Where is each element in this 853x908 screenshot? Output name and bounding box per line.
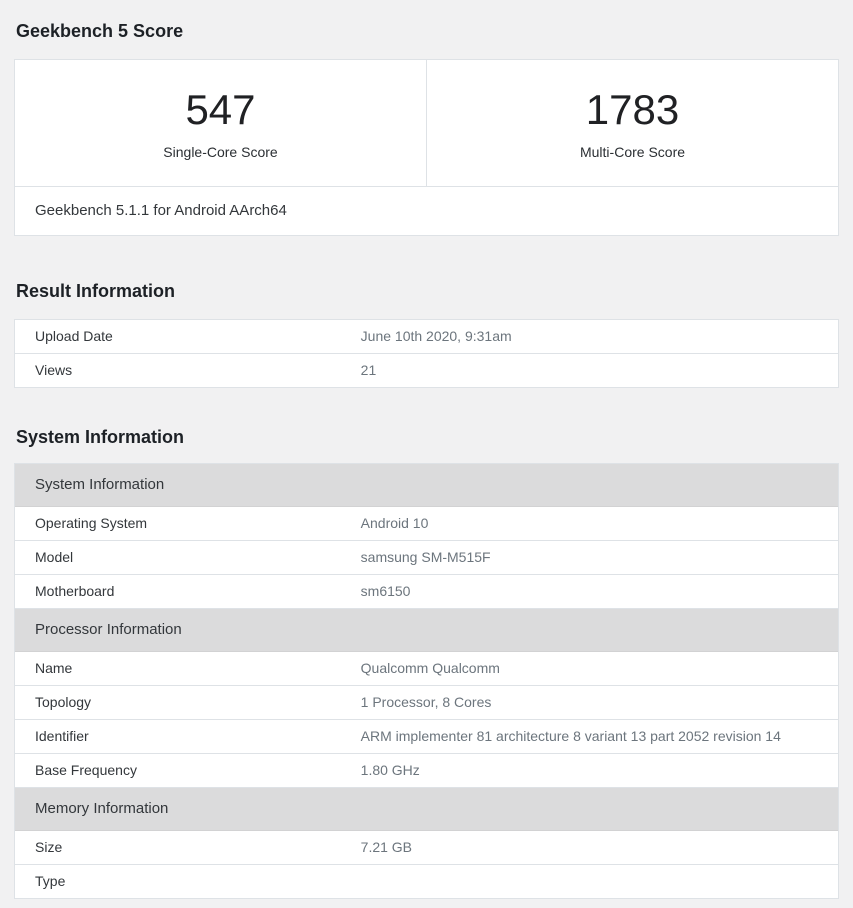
row-label: Type [35,873,66,889]
table-row: Size 7.21 GB [15,831,838,865]
row-label: Upload Date [35,328,113,344]
table-row: Upload Date June 10th 2020, 9:31am [15,320,838,354]
row-label: Size [35,839,63,855]
geekbench-result-page: Geekbench 5 Score 547 Single-Core Score … [0,0,853,899]
system-information-title: System Information [16,427,185,447]
table-row: Operating System Android 10 [15,507,838,541]
table-row: Topology 1 Processor, 8 Cores [15,686,838,720]
score-cells: 547 Single-Core Score 1783 Multi-Core Sc… [15,60,838,186]
single-core-score-value: 547 [185,86,256,133]
group-header: System Information [15,464,838,507]
multi-core-score-value: 1783 [585,86,680,133]
group-header: Memory Information [15,788,838,831]
table-row: Identifier ARM implementer 81 architectu… [15,720,838,754]
row-label: Name [35,660,73,676]
row-label: Identifier [35,728,89,744]
table-row: Name Qualcomm Qualcomm [15,652,838,686]
row-label: Motherboard [35,583,115,599]
processor-information-group: Processor Information Name Qualcomm Qual… [15,609,838,788]
single-core-score-label: Single-Core Score [163,144,278,160]
result-information-table: Upload Date June 10th 2020, 9:31am Views… [14,319,839,388]
row-label: Model [35,549,74,565]
group-header: Processor Information [15,609,838,652]
table-row: Motherboard sm6150 [15,575,838,609]
multi-core-score-label: Multi-Core Score [579,144,686,160]
benchmark-version-caption: Geekbench 5.1.1 for Android AArch64 [15,186,838,235]
row-value: Android 10 [360,515,429,531]
row-value: samsung SM-M515F [360,549,491,565]
table-row: Views 21 [15,354,838,387]
system-information-table: System Information Operating System Andr… [14,463,839,899]
row-value: 7.21 GB [360,839,413,855]
row-label: Topology [35,694,92,710]
system-information-group: System Information Operating System Andr… [15,464,838,609]
row-value: June 10th 2020, 9:31am [360,328,512,344]
table-row: Base Frequency 1.80 GHz [15,754,838,788]
score-section-title: Geekbench 5 Score [16,21,184,41]
row-value: 1 Processor, 8 Cores [360,694,492,710]
row-value: 1.80 GHz [360,762,420,778]
row-value: 21 [360,362,377,378]
row-label: Views [35,362,73,378]
row-value: Qualcomm Qualcomm [360,660,500,676]
row-value [361,865,838,898]
table-row: Type [15,865,838,898]
row-value: ARM implementer 81 architecture 8 varian… [360,728,781,744]
multi-core-score-cell: 1783 Multi-Core Score [426,60,838,186]
memory-information-group: Memory Information Size 7.21 GB Type [15,788,838,898]
result-information-title: Result Information [16,281,176,301]
table-row: Model samsung SM-M515F [15,541,838,575]
row-value: sm6150 [360,583,411,599]
row-label: Operating System [35,515,148,531]
single-core-score-cell: 547 Single-Core Score [15,60,426,186]
row-label: Base Frequency [35,762,137,778]
score-table: 547 Single-Core Score 1783 Multi-Core Sc… [14,59,839,236]
